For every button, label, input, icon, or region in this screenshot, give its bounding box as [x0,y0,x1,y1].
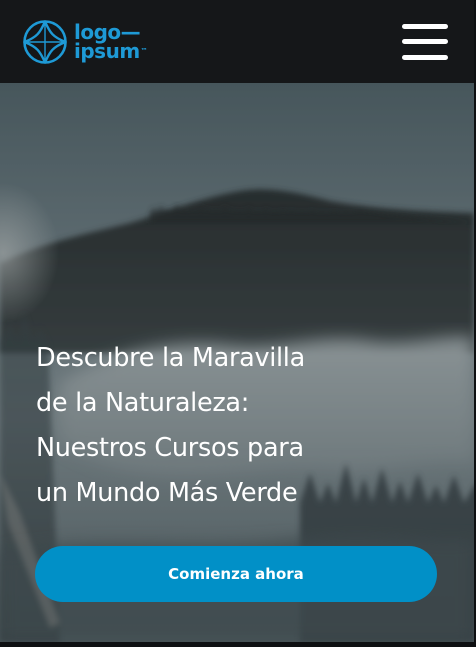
menu-bar-top [402,23,448,29]
hero-title-line: un Mundo Más Verde [36,478,298,508]
logo-trademark: ™ [140,46,148,55]
menu-bar-middle [402,39,448,44]
hero-title-line: de la Naturaleza: [36,388,250,418]
hero-title-line: Nuestros Cursos para [36,433,304,463]
hamburger-menu-button[interactable] [402,22,448,62]
site-header: logo— ipsum™ [0,0,474,83]
hero-title: Descubre la Maravilla de la Naturaleza: … [36,336,446,516]
logo[interactable]: logo— ipsum™ [22,19,148,65]
hero-title-line: Descubre la Maravilla [36,343,305,373]
window-bottom-border [0,642,476,647]
hero-section: Descubre la Maravilla de la Naturaleza: … [0,83,474,642]
get-started-button[interactable]: Comienza ahora [35,546,437,602]
page: logo— ipsum™ Descubre la Maravilla de la… [0,0,476,647]
globe-star-icon [23,19,67,64]
logo-text-line2: ipsum [74,38,140,63]
logo-wordmark: logo— ipsum™ [74,22,148,63]
menu-bar-bottom [402,54,448,60]
